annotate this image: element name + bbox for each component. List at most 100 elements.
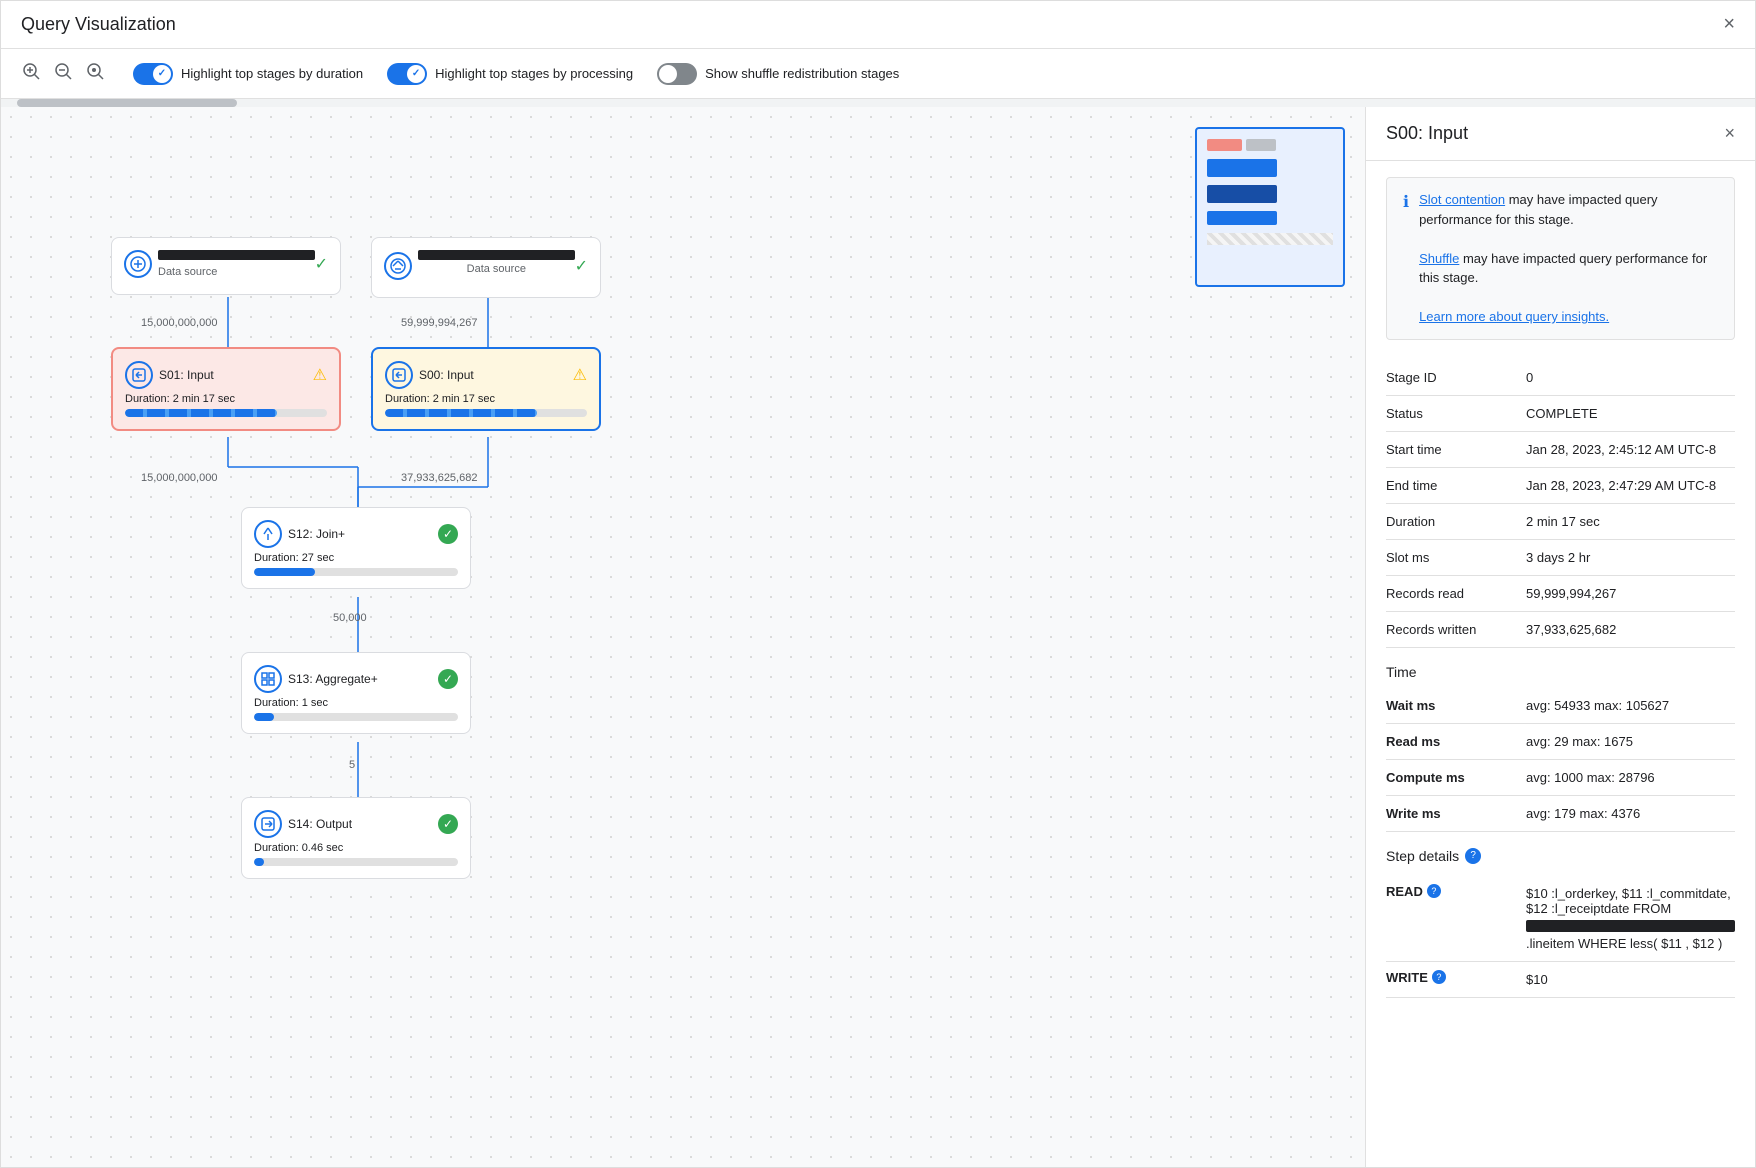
s12-duration-label: Duration: 27 sec <box>254 552 458 564</box>
panel-close-button[interactable]: × <box>1724 123 1735 144</box>
info-row-status: Status COMPLETE <box>1386 395 1735 431</box>
stage-info-table: Stage ID 0 Status COMPLETE Start time Ja… <box>1386 360 1735 648</box>
connector-label-s00-top: 59,999,994,267 <box>401 317 477 329</box>
status-label: Status <box>1386 395 1526 431</box>
s00-datasource-header: Data source ✓ <box>384 250 588 281</box>
s00-datasource-check: ✓ <box>575 256 588 276</box>
connector-label-s01-bottom: 15,000,000,000 <box>141 472 217 484</box>
zoom-reset-button[interactable] <box>81 57 109 90</box>
time-section-title: Time <box>1386 664 1735 680</box>
write-help-icon[interactable]: ? <box>1432 970 1446 984</box>
toggle-processing-knob: ✓ <box>407 65 425 83</box>
time-table: Wait ms avg: 54933 max: 105627 Read ms a… <box>1386 688 1735 832</box>
stage-s00-datasource[interactable]: Data source ✓ <box>371 237 601 298</box>
app-close-button[interactable]: × <box>1723 13 1735 36</box>
s13-aggregate-icon <box>254 665 282 693</box>
read-value-text: $10 :l_orderkey, $11 :l_commitdate, $12 … <box>1526 886 1731 916</box>
start-time-value: Jan 28, 2023, 2:45:12 AM UTC-8 <box>1526 431 1735 467</box>
records-read-value: 59,999,994,267 <box>1526 575 1735 611</box>
s00-progress-fill <box>385 409 537 417</box>
write-value-text: $10 <box>1526 972 1548 987</box>
panel-title: S00: Input <box>1386 123 1468 144</box>
info-row-slot-ms: Slot ms 3 days 2 hr <box>1386 539 1735 575</box>
stage-s14-output[interactable]: S14: Output ✓ Duration: 0.46 sec <box>241 797 471 879</box>
status-value: COMPLETE <box>1526 395 1735 431</box>
stage-s00-input[interactable]: S00: Input ⚠ Duration: 2 min 17 sec <box>371 347 601 431</box>
s01-datasource-check: ✓ <box>315 254 328 274</box>
s12-join-icon <box>254 520 282 548</box>
stage-s01-datasource[interactable]: Data source ✓ <box>111 237 341 295</box>
read-ms-value: avg: 29 max: 1675 <box>1526 723 1735 759</box>
stage-s01-input[interactable]: S01: Input ⚠ Duration: 2 min 17 sec <box>111 347 341 431</box>
info-row-end-time: End time Jan 28, 2023, 2:47:29 AM UTC-8 <box>1386 467 1735 503</box>
toggle-shuffle-label: Show shuffle redistribution stages <box>705 66 899 81</box>
read-help-icon[interactable]: ? <box>1427 884 1441 898</box>
info-row-records-read: Records read 59,999,994,267 <box>1386 575 1735 611</box>
connector-label-s13-bottom: 5 <box>349 759 355 771</box>
shuffle-link[interactable]: Shuffle <box>1419 251 1459 266</box>
s14-output-icon <box>254 810 282 838</box>
records-written-value: 37,933,625,682 <box>1526 611 1735 647</box>
s14-output-title: S14: Output <box>288 817 438 831</box>
toggle-shuffle-switch[interactable] <box>657 63 697 85</box>
step-details-section: Step details ? READ ? <box>1386 848 1735 998</box>
s12-join-title: S12: Join+ <box>288 527 438 541</box>
s01-progress-bg <box>125 409 327 417</box>
slot-ms-label: Slot ms <box>1386 539 1526 575</box>
panel-header: S00: Input × <box>1366 107 1755 161</box>
s13-progress-fill <box>254 713 274 721</box>
info-row-stage-id: Stage ID 0 <box>1386 360 1735 396</box>
s01-datasource-redacted <box>158 250 315 260</box>
s00-datasource-redacted <box>418 250 575 260</box>
step-details-help-icon[interactable]: ? <box>1465 848 1481 864</box>
app-title: Query Visualization <box>21 14 176 35</box>
read-label: READ <box>1386 884 1423 899</box>
s01-datasource-header: Data source ✓ <box>124 250 328 278</box>
s01-input-header: S01: Input ⚠ <box>125 361 327 389</box>
s01-datasource-subtitle: Data source <box>158 266 217 278</box>
zoom-controls <box>17 57 109 90</box>
time-row-compute: Compute ms avg: 1000 max: 28796 <box>1386 759 1735 795</box>
title-bar: Query Visualization × <box>1 1 1755 49</box>
horizontal-scrollbar[interactable] <box>17 99 237 107</box>
canvas-area[interactable]: Data source ✓ Data source ✓ <box>1 107 1365 1167</box>
s14-progress-bg <box>254 858 458 866</box>
write-ms-label: Write ms <box>1386 795 1526 831</box>
learn-more-link[interactable]: Learn more about query insights. <box>1419 309 1609 324</box>
records-read-label: Records read <box>1386 575 1526 611</box>
s12-join-header: S12: Join+ ✓ <box>254 520 458 548</box>
read-value-text2: .lineitem WHERE less( $11 , $12 ) <box>1526 936 1722 951</box>
s14-output-header: S14: Output ✓ <box>254 810 458 838</box>
alert-box: ℹ Slot contention may have impacted quer… <box>1386 177 1735 340</box>
s13-aggregate-header: S13: Aggregate+ ✓ <box>254 665 458 693</box>
stage-s12-join[interactable]: S12: Join+ ✓ Duration: 27 sec <box>241 507 471 589</box>
connector-label-s01-top: 15,000,000,000 <box>141 317 217 329</box>
wait-ms-value: avg: 54933 max: 105627 <box>1526 688 1735 724</box>
records-written-label: Records written <box>1386 611 1526 647</box>
toggle-duration-switch[interactable]: ✓ <box>133 63 173 85</box>
s00-duration-label: Duration: 2 min 17 sec <box>385 393 587 405</box>
info-row-duration: Duration 2 min 17 sec <box>1386 503 1735 539</box>
s01-progress-fill <box>125 409 277 417</box>
toggle-shuffle-group: Show shuffle redistribution stages <box>657 63 899 85</box>
zoom-in-button[interactable] <box>17 57 45 90</box>
toggle-processing-switch[interactable]: ✓ <box>387 63 427 85</box>
step-write-row: WRITE ? $10 <box>1386 961 1735 997</box>
s13-aggregate-title: S13: Aggregate+ <box>288 672 438 686</box>
read-redacted <box>1526 920 1735 932</box>
s00-input-header: S00: Input ⚠ <box>385 361 587 389</box>
s12-join-check: ✓ <box>438 524 458 544</box>
s01-input-icon <box>125 361 153 389</box>
time-row-write: Write ms avg: 179 max: 4376 <box>1386 795 1735 831</box>
zoom-out-button[interactable] <box>49 57 77 90</box>
panel-body: ℹ Slot contention may have impacted quer… <box>1366 161 1755 1167</box>
connector-label-s12-bottom: 50,000 <box>333 612 367 624</box>
step-details-title: Step details <box>1386 848 1459 864</box>
slot-contention-link[interactable]: Slot contention <box>1419 192 1505 207</box>
stage-s13-aggregate[interactable]: S13: Aggregate+ ✓ Duration: 1 sec <box>241 652 471 734</box>
step-read-value: $10 :l_orderkey, $11 :l_commitdate, $12 … <box>1526 876 1735 962</box>
slot-ms-value: 3 days 2 hr <box>1526 539 1735 575</box>
toggle-processing-label: Highlight top stages by processing <box>435 66 633 81</box>
s00-datasource-subtitle: Data source <box>418 263 575 275</box>
s00-progress-bg <box>385 409 587 417</box>
